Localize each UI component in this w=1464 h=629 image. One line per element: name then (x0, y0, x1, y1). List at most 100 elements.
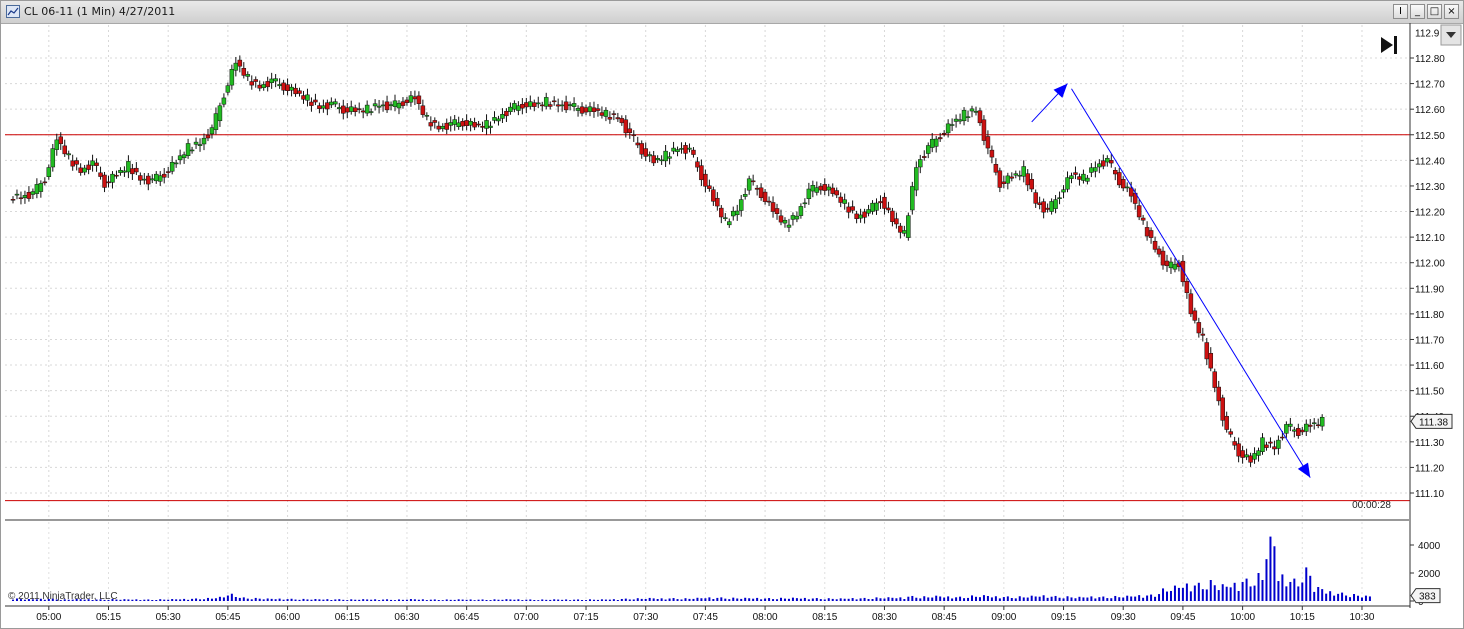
candle-body (496, 118, 501, 122)
candle-body (30, 191, 36, 195)
volume-bar (971, 595, 974, 601)
volume-bar (1360, 597, 1363, 601)
volume-bar (1277, 581, 1280, 601)
candle-body (58, 136, 64, 145)
candle-body (1319, 417, 1325, 427)
candle-body (384, 101, 390, 111)
candle-body (1180, 260, 1186, 283)
volume-bar (724, 598, 727, 601)
candle-body (870, 202, 875, 212)
candle-body (965, 116, 971, 118)
candle-body (78, 167, 83, 173)
volume-bar (413, 599, 416, 601)
volume-bar (119, 599, 122, 601)
price-tick-label: 112.70 (1415, 80, 1445, 91)
volume-bar (648, 597, 651, 601)
candle-body (798, 206, 804, 216)
volume-bar (234, 596, 237, 601)
volume-bar (951, 598, 954, 601)
volume-bar (1181, 587, 1184, 601)
candle-body (1001, 181, 1007, 184)
candle-body (933, 138, 939, 147)
volume-bar (732, 597, 735, 601)
volume-bar (1126, 595, 1129, 601)
volume-bar (1309, 575, 1312, 601)
volume-bar (191, 598, 194, 601)
candle-body (1188, 293, 1194, 315)
candle-body (862, 211, 867, 218)
price-chart[interactable]: 111.10111.20111.30111.40111.50111.60111.… (1, 1, 1463, 628)
candle-body (1240, 450, 1245, 458)
candle-body (1101, 160, 1106, 167)
candle-body (297, 90, 302, 94)
candle-body (329, 101, 334, 106)
candle-body (50, 148, 56, 168)
volume-bar (1329, 591, 1332, 601)
volume-bar (935, 595, 938, 601)
volume-bar (712, 598, 715, 601)
candle-body (54, 139, 60, 150)
candle-body (138, 175, 143, 181)
candle-body (98, 172, 103, 177)
candle-body (456, 122, 461, 127)
candle-body (575, 108, 581, 111)
candle-body (699, 165, 704, 181)
candle-body (766, 200, 772, 203)
candle-body (325, 102, 330, 110)
candle-body (782, 219, 788, 224)
volume-bar (967, 597, 970, 601)
candle-body (1128, 187, 1134, 197)
candle-body (1164, 260, 1170, 267)
candle-body (74, 160, 79, 165)
volume-bar (1293, 578, 1296, 601)
candle-body (655, 158, 660, 161)
volume-bar (139, 600, 142, 601)
candle-body (583, 107, 589, 113)
candle-body (651, 155, 656, 164)
scrollbar-arrow[interactable] (1440, 24, 1462, 46)
volume-bar (386, 599, 389, 601)
candle-body (627, 128, 633, 133)
candle-body (376, 105, 382, 108)
volume-bar (203, 599, 206, 601)
volume-bar (823, 599, 826, 601)
volume-bar (501, 599, 504, 601)
candle-body (14, 193, 20, 196)
volume-bar (222, 597, 225, 601)
volume-bar (1265, 559, 1268, 601)
volume-bar (358, 599, 361, 601)
candle-body (663, 150, 668, 162)
candle-body (941, 132, 947, 135)
candle-body (528, 101, 533, 107)
candle-body (842, 199, 847, 204)
candle-body (161, 173, 167, 178)
volume-bar (752, 598, 755, 601)
candle-body (66, 153, 71, 156)
volume-bar (867, 598, 870, 601)
volume-bar (171, 599, 174, 601)
candle-body (277, 84, 282, 87)
volume-bar (429, 599, 432, 601)
volume-bar (628, 599, 631, 601)
candle-body (26, 192, 32, 199)
volume-bar (274, 599, 277, 601)
candle-body (611, 113, 617, 115)
candle-body (177, 155, 183, 161)
volume-bar (585, 600, 588, 601)
candle-body (607, 117, 613, 120)
candle-body (727, 221, 732, 226)
volume-bar (978, 597, 981, 601)
volume-bar (835, 599, 838, 601)
skip-to-end-icon[interactable] (1381, 36, 1397, 54)
candle-body (364, 104, 370, 114)
candle-body (838, 196, 843, 203)
candle-body (408, 95, 414, 103)
volume-bar (1006, 596, 1009, 601)
volume-bar (632, 599, 635, 601)
candle-body (476, 123, 481, 126)
candle-body (738, 199, 744, 211)
volume-bar (461, 599, 464, 601)
volume-bar (151, 599, 154, 601)
volume-bar (1305, 567, 1308, 601)
candle-body (173, 162, 179, 165)
